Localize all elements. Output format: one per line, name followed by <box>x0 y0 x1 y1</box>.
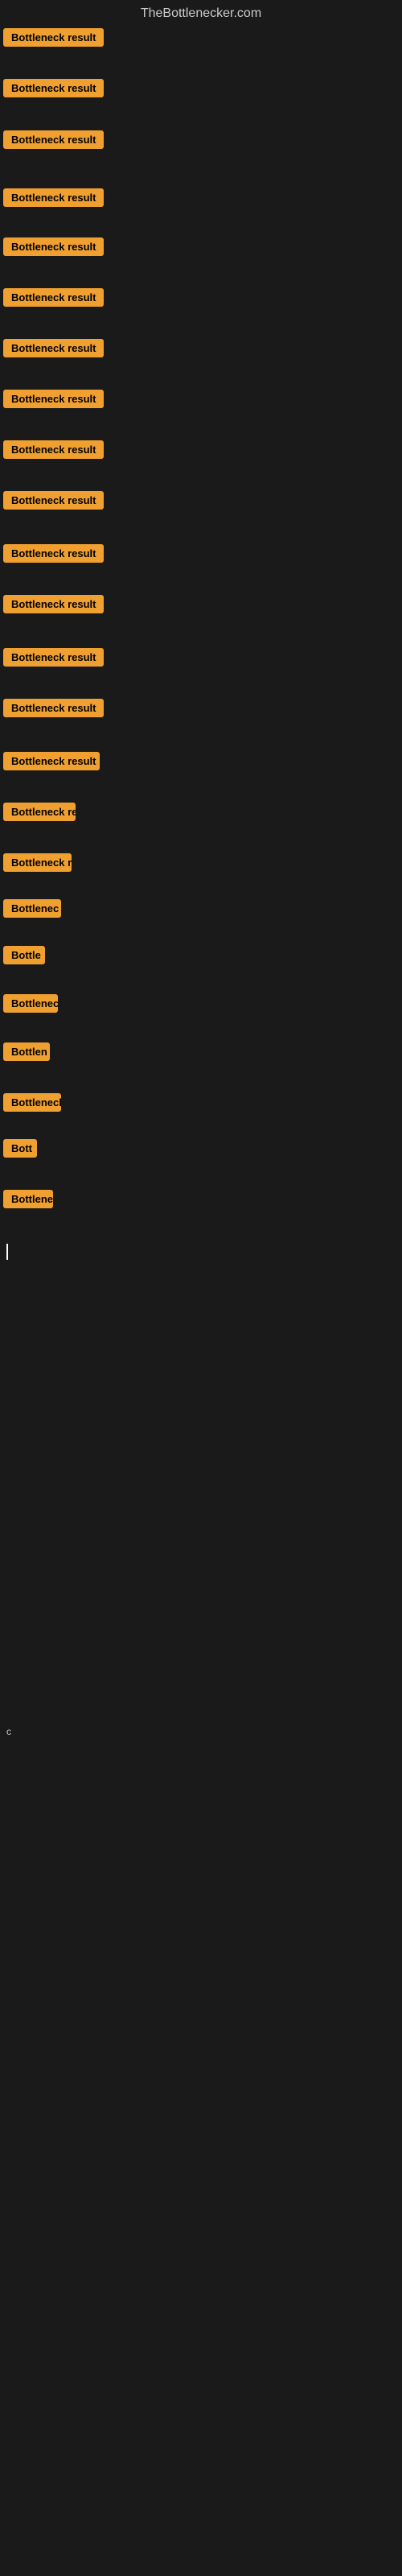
small-char: c <box>3 1723 14 1740</box>
bottleneck-badge: Bottlene <box>3 1190 53 1208</box>
bottleneck-badge: Bott <box>3 1139 37 1158</box>
badge-row-18: Bottle <box>3 946 45 968</box>
badge-row-8: Bottleneck result <box>3 440 104 463</box>
badge-row-11: Bottleneck result <box>3 595 104 617</box>
badge-row-16: Bottleneck re <box>3 853 72 876</box>
bottleneck-badge: Bottleneck result <box>3 339 104 357</box>
badge-row-5: Bottleneck result <box>3 288 104 311</box>
badge-row-13: Bottleneck result <box>3 699 104 721</box>
bottleneck-badge: Bottleneck <box>3 1093 61 1112</box>
badge-row-6: Bottleneck result <box>3 339 104 361</box>
bottleneck-badge: Bottleneck result <box>3 288 104 307</box>
badge-row-22: Bott <box>3 1139 37 1162</box>
bottleneck-badge: Bottleneck result <box>3 491 104 510</box>
badge-row-12: Bottleneck result <box>3 648 104 671</box>
bottleneck-badge: Bottleneck result <box>3 648 104 667</box>
bottleneck-badge: Bottleneck result <box>3 130 104 149</box>
badge-row-15: Bottleneck result <box>3 803 76 825</box>
bottleneck-badge: Bottleneck result <box>3 390 104 408</box>
bottleneck-badge: Bottleneck result <box>3 440 104 459</box>
bottleneck-badge: Bottleneck result <box>3 237 104 256</box>
badge-row-17: Bottlenec <box>3 899 61 922</box>
badge-row-23: Bottlene <box>3 1190 53 1212</box>
bottleneck-badge: Bottlenec <box>3 994 58 1013</box>
site-title: TheBottlenecker.com <box>0 0 402 27</box>
bottleneck-badge: Bottleneck result <box>3 188 104 207</box>
text-cursor <box>6 1244 8 1260</box>
badge-row-10: Bottleneck result <box>3 544 104 567</box>
badge-row-4: Bottleneck result <box>3 237 104 260</box>
bottleneck-badge: Bottlen <box>3 1042 50 1061</box>
bottleneck-badge: Bottleneck result <box>3 544 104 563</box>
bottleneck-badge: Bottleneck result <box>3 803 76 821</box>
bottleneck-badge: Bottleneck re <box>3 853 72 872</box>
badge-row-19: Bottlenec <box>3 994 58 1017</box>
bottleneck-badge: Bottlenec <box>3 899 61 918</box>
badge-row-7: Bottleneck result <box>3 390 104 412</box>
bottleneck-badge: Bottleneck result <box>3 699 104 717</box>
bottleneck-badge: Bottleneck result <box>3 595 104 613</box>
badge-row-1: Bottleneck result <box>3 79 104 101</box>
badge-row-3: Bottleneck result <box>3 188 104 211</box>
bottleneck-badge: Bottle <box>3 946 45 964</box>
bottleneck-badge: Bottleneck result <box>3 28 104 47</box>
bottleneck-badge: Bottleneck result <box>3 79 104 97</box>
badge-row-21: Bottleneck <box>3 1093 61 1116</box>
badge-row-20: Bottlen <box>3 1042 50 1065</box>
bottleneck-badge: Bottleneck result <box>3 752 100 770</box>
badge-row-9: Bottleneck result <box>3 491 104 514</box>
badge-row-14: Bottleneck result <box>3 752 100 774</box>
badge-row-0: Bottleneck result <box>3 28 104 51</box>
site-header: TheBottlenecker.com <box>0 0 402 27</box>
badge-row-2: Bottleneck result <box>3 130 104 153</box>
